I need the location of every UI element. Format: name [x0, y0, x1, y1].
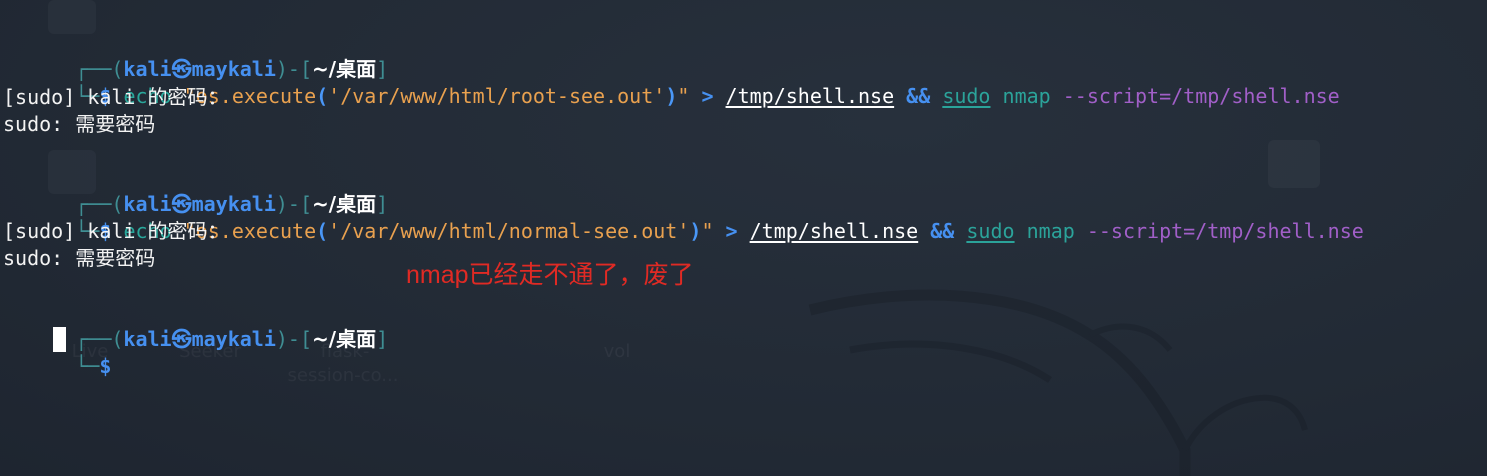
terminal-window[interactable]: ┌──(kali㉿maykali)-[~/桌面] └─$ echo "os.ex… — [0, 0, 1487, 476]
cmd-string-arg: '/var/www/html/normal-see.out' — [328, 219, 690, 243]
prompt-line: ┌──(kali㉿maykali)-[~/桌面] — [75, 327, 389, 351]
cmd-paren: ( — [316, 84, 329, 108]
output-text-cjk: 的密码： — [147, 219, 228, 243]
prompt-at-symbol: ㉿ — [171, 327, 192, 351]
cmd-flag: --script=/tmp/shell.nse — [1086, 219, 1364, 243]
output-line: sudo: 需要密码 — [3, 111, 155, 138]
output-line: [sudo] kali 的密码： — [3, 218, 228, 245]
terminal-cursor — [53, 327, 66, 352]
prompt-cwd: ~/桌面 — [312, 327, 377, 351]
desktop-background: Live Seeker flask- session-co... vol ┌──… — [0, 0, 1487, 476]
cmd-string-arg: '/var/www/html/root-see.out' — [328, 84, 666, 108]
output-text-cjk: 需要密码 — [75, 112, 156, 136]
prompt-user: kali — [123, 327, 172, 351]
cmd-and: && — [930, 219, 955, 243]
cmd-string: " — [677, 84, 690, 108]
cmd-nmap: nmap — [1002, 84, 1051, 108]
red-annotation-text: nmap已经走不通了，废了 — [406, 261, 694, 289]
output-line: sudo: 需要密码 — [3, 245, 155, 272]
cmd-and: && — [906, 84, 931, 108]
cmd-paren: ( — [316, 219, 329, 243]
cmd-paren: ) — [665, 84, 678, 108]
output-text: [sudo] kali — [3, 85, 148, 109]
output-line: [sudo] kali 的密码： — [3, 84, 228, 111]
cmd-nmap: nmap — [1026, 219, 1075, 243]
cmd-redirect: > — [701, 84, 714, 108]
cmd-redirect: > — [725, 219, 738, 243]
output-text: [sudo] kali — [3, 219, 148, 243]
command-line: └─$ echo "os.execute('/var/www/html/root… — [75, 84, 1340, 108]
prompt-dollar: $ — [99, 354, 112, 378]
cmd-flag: --script=/tmp/shell.nse — [1062, 84, 1340, 108]
command-line: └─$ echo "os.execute('/var/www/html/norm… — [75, 219, 1364, 243]
cmd-sudo: sudo — [942, 84, 991, 108]
prompt-line: ┌──(kali㉿maykali)-[~/桌面] — [75, 192, 389, 216]
cmd-paren: ) — [689, 219, 702, 243]
cmd-target-path: /tmp/shell.nse — [749, 219, 919, 243]
prompt-line: ┌──(kali㉿maykali)-[~/桌面] — [75, 57, 389, 81]
cmd-sudo: sudo — [966, 219, 1015, 243]
output-text: sudo: — [3, 246, 76, 270]
output-text: sudo: — [3, 112, 76, 136]
output-text-cjk: 的密码： — [147, 85, 228, 109]
cmd-string: " — [701, 219, 714, 243]
cmd-target-path: /tmp/shell.nse — [725, 84, 895, 108]
prompt-host: maykali — [191, 327, 276, 351]
output-text-cjk: 需要密码 — [75, 246, 156, 270]
